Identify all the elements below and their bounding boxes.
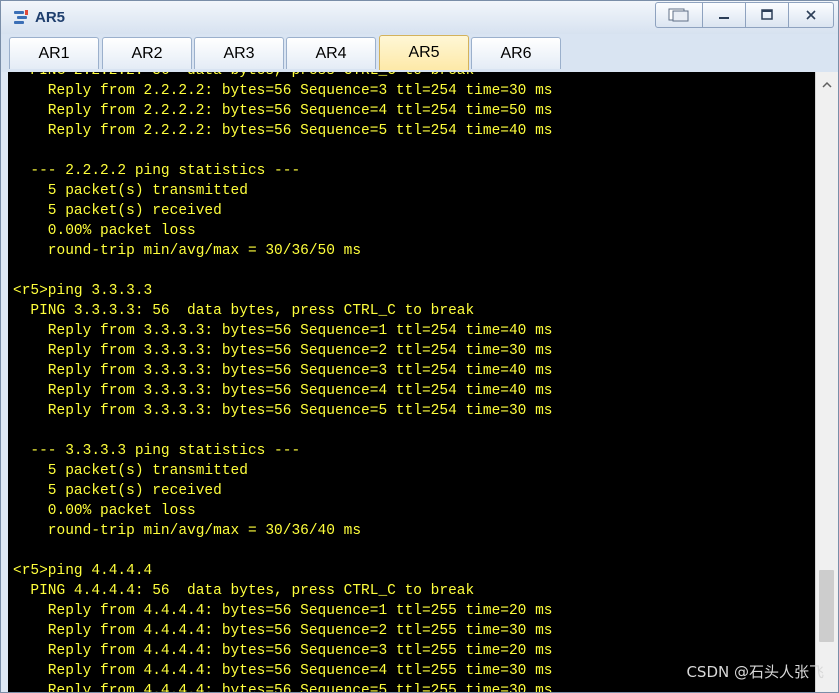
chevron-up-icon bbox=[822, 81, 832, 88]
minimize-icon bbox=[719, 17, 729, 19]
terminal-line: Reply from 4.4.4.4: bytes=56 Sequence=3 … bbox=[13, 643, 553, 659]
terminal-line: 5 packet(s) transmitted bbox=[13, 463, 248, 479]
terminal-line: Reply from 4.4.4.4: bytes=56 Sequence=5 … bbox=[13, 683, 553, 692]
terminal-line: <r5>ping 3.3.3.3 bbox=[13, 283, 153, 299]
terminal-line: 0.00% packet loss bbox=[13, 503, 196, 519]
close-icon bbox=[806, 10, 816, 20]
minimize-button[interactable] bbox=[703, 2, 746, 28]
terminal-line: Reply from 2.2.2.2: bytes=56 Sequence=4 … bbox=[13, 103, 553, 119]
terminal-line: PING 3.3.3.3: 56 data bytes, press CTRL_… bbox=[13, 303, 475, 319]
terminal-line: Reply from 4.4.4.4: bytes=56 Sequence=1 … bbox=[13, 603, 553, 619]
title-bar[interactable]: AR5 bbox=[1, 1, 838, 34]
terminal-line: Reply from 3.3.3.3: bytes=56 Sequence=1 … bbox=[13, 323, 553, 339]
terminal-text: PING 2.2.2.2: 56 data bytes, press CTRL_… bbox=[13, 72, 553, 692]
terminal-line: Reply from 2.2.2.2: bytes=56 Sequence=5 … bbox=[13, 123, 553, 139]
terminal-line: Reply from 3.3.3.3: bytes=56 Sequence=5 … bbox=[13, 403, 553, 419]
terminal-line: PING 4.4.4.4: 56 data bytes, press CTRL_… bbox=[13, 583, 475, 599]
tab-ar1[interactable]: AR1 bbox=[9, 37, 99, 69]
terminal-window: AR5 AR1 AR2 AR3 AR4 AR5 AR6 Reply from 2… bbox=[0, 0, 839, 693]
terminal-line: round-trip min/avg/max = 30/36/40 ms bbox=[13, 523, 362, 539]
terminal-line: 0.00% packet loss bbox=[13, 223, 196, 239]
tab-ar3[interactable]: AR3 bbox=[194, 37, 284, 69]
terminal-line: 5 packet(s) transmitted bbox=[13, 183, 248, 199]
tab-ar5[interactable]: AR5 bbox=[379, 35, 469, 70]
terminal-line: Reply from 2.2.2.2: bytes=56 Sequence=3 … bbox=[13, 83, 553, 99]
scroll-up-button[interactable] bbox=[816, 75, 838, 93]
terminal-line: Reply from 3.3.3.3: bytes=56 Sequence=3 … bbox=[13, 363, 553, 379]
close-button[interactable] bbox=[789, 2, 834, 28]
terminal-line: Reply from 4.4.4.4: bytes=56 Sequence=4 … bbox=[13, 663, 553, 679]
tab-ar6[interactable]: AR6 bbox=[471, 37, 561, 69]
scrollbar-thumb[interactable] bbox=[819, 570, 834, 642]
tab-ar2[interactable]: AR2 bbox=[102, 37, 192, 69]
terminal-line: Reply from 4.4.4.4: bytes=56 Sequence=2 … bbox=[13, 623, 553, 639]
terminal-line: Reply from 3.3.3.3: bytes=56 Sequence=2 … bbox=[13, 343, 553, 359]
restore-window-icon bbox=[668, 8, 689, 22]
restore-window-button[interactable] bbox=[655, 2, 703, 28]
maximize-button[interactable] bbox=[746, 2, 789, 28]
device-tab-bar: AR1 AR2 AR3 AR4 AR5 AR6 bbox=[1, 34, 838, 72]
watermark-text: CSDN @石头人张飞 bbox=[686, 663, 824, 681]
terminal-line: 5 packet(s) received bbox=[13, 203, 222, 219]
terminal-line: <r5>ping 4.4.4.4 bbox=[13, 563, 153, 579]
window-controls bbox=[655, 2, 834, 28]
router-app-icon bbox=[14, 10, 28, 24]
terminal-line: round-trip min/avg/max = 30/36/50 ms bbox=[13, 243, 362, 259]
terminal-line: 5 packet(s) received bbox=[13, 483, 222, 499]
terminal-line: PING 2.2.2.2: 56 data bytes, press CTRL_… bbox=[13, 72, 553, 81]
tab-ar4[interactable]: AR4 bbox=[286, 37, 376, 69]
terminal-output[interactable]: PING 2.2.2.2: 56 data bytes, press CTRL_… bbox=[8, 72, 815, 692]
terminal-line: --- 2.2.2.2 ping statistics --- bbox=[13, 163, 301, 179]
maximize-icon bbox=[761, 9, 773, 20]
terminal-line: Reply from 3.3.3.3: bytes=56 Sequence=4 … bbox=[13, 383, 553, 399]
window-title: AR5 bbox=[35, 9, 66, 26]
terminal-line: --- 3.3.3.3 ping statistics --- bbox=[13, 443, 301, 459]
vertical-scrollbar[interactable] bbox=[815, 72, 838, 692]
